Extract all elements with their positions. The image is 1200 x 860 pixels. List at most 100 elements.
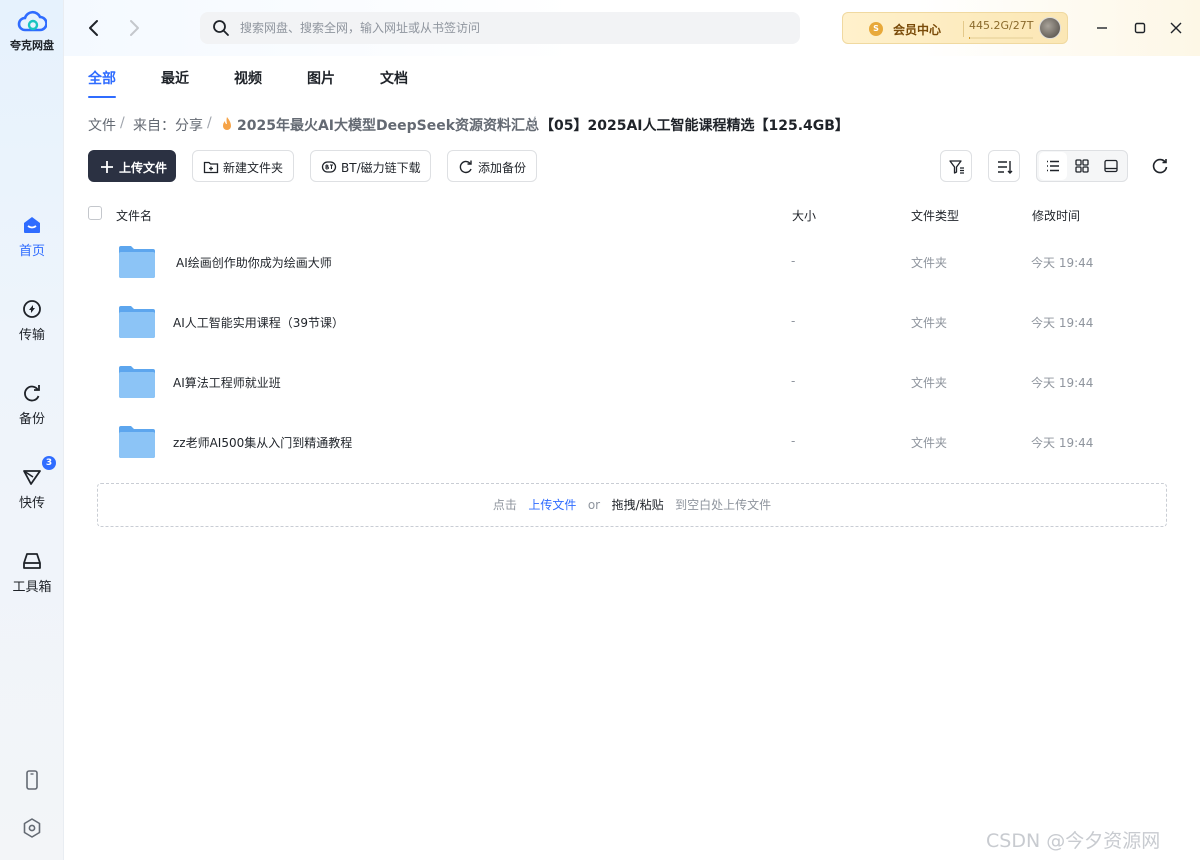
vip-center-button[interactable]: S 会员中心 445.2G/27T [842,12,1068,44]
plus-icon [101,161,113,173]
file-modified: 今天 19:44 [1031,256,1094,270]
file-name[interactable]: AI绘画创作助你成为绘画大师 [176,254,332,271]
column-header-modified[interactable]: 修改时间 [1032,207,1080,224]
folder-icon [119,426,155,458]
grid-icon [1075,159,1089,173]
upload-button[interactable]: 上传文件 [88,150,176,182]
dropzone-or: or [587,498,601,512]
new-folder-button-label: 新建文件夹 [223,161,284,175]
folder-icon [119,246,155,278]
back-arrow-icon[interactable] [82,16,106,40]
tab-documents[interactable]: 文档 [380,68,408,88]
folder-icon [119,306,155,338]
dropzone-upload-link[interactable]: 上传文件 [528,498,576,512]
large-thumbnail-icon [1104,159,1118,173]
breadcrumb-item[interactable]: 来自：分享 [133,115,203,135]
toolbox-icon [23,553,41,569]
bt-magnet-icon [321,161,337,173]
sidebar-item-backup[interactable]: 备份 [0,382,64,427]
file-table-header: 文件名 大小 文件类型 修改时间 [88,200,1168,228]
file-type: 文件夹 [911,376,948,390]
sidebar-item-label: 快传 [18,496,45,511]
filter-button[interactable] [940,150,972,182]
active-tab-indicator [88,96,116,98]
add-backup-button[interactable]: 添加备份 [447,150,537,182]
transfer-icon [23,300,41,318]
new-folder-button[interactable]: 新建文件夹 [192,150,294,182]
sidebar-item-toolbox[interactable]: 工具箱 [0,550,64,595]
upload-dropzone[interactable]: 点击 上传文件 or 拖拽/粘贴 到空白处上传文件 [97,483,1167,527]
filter-icon [949,160,964,174]
table-row[interactable]: AI绘画创作助你成为绘画大师 - 文件夹 今天 19:44 [88,235,1168,295]
file-modified: 今天 19:44 [1031,436,1094,450]
quick-send-badge: 3 [42,456,56,470]
minimize-icon[interactable] [1090,16,1114,40]
vip-coin-icon: S [869,22,883,36]
sidebar-item-label: 工具箱 [12,580,52,595]
app-logo[interactable]: 夸克网盘 [0,8,64,53]
grid-view-button[interactable] [1068,152,1096,180]
tab-images[interactable]: 图片 [307,68,335,88]
settings-icon[interactable] [21,817,43,839]
sidebar-item-quick-send[interactable]: 3 快传 [0,456,64,511]
dropzone-action: 拖拽/粘贴 [611,498,664,512]
bt-download-button[interactable]: BT/磁力链下载 [310,150,431,182]
column-header-type[interactable]: 文件类型 [911,207,959,224]
tab-recent[interactable]: 最近 [161,68,189,88]
storage-usage-fill [969,37,971,39]
column-header-name[interactable]: 文件名 [116,207,152,224]
dropzone-prefix: 点击 [492,498,517,512]
table-row[interactable]: AI人工智能实用课程（39节课） - 文件夹 今天 19:44 [88,295,1168,355]
avatar[interactable] [1039,17,1061,39]
file-name[interactable]: AI算法工程师就业班 [173,374,281,391]
app-name: 夸克网盘 [10,39,54,52]
file-type: 文件夹 [911,316,948,330]
table-row[interactable]: zz老师AI500集从入门到精通教程 - 文件夹 今天 19:44 [88,415,1168,475]
search-box[interactable] [200,12,800,44]
home-icon [24,217,40,233]
title-bar: S 会员中心 445.2G/27T [64,0,1200,56]
new-folder-icon [203,161,219,174]
breadcrumb-separator: / [207,115,212,131]
search-input[interactable] [240,12,790,44]
breadcrumb-separator: / [120,115,125,131]
sidebar-item-label: 传输 [18,328,45,343]
tab-all[interactable]: 全部 [88,68,116,88]
divider [963,21,964,37]
folder-icon [119,366,155,398]
file-name[interactable]: AI人工智能实用课程（39节课） [173,314,344,331]
storage-usage-text: 445.2G/27T [969,19,1034,32]
close-icon[interactable] [1164,16,1188,40]
column-header-size[interactable]: 大小 [792,207,816,224]
tab-video[interactable]: 视频 [234,68,262,88]
breadcrumb-current: 【05】2025AI人工智能课程精选【125.4GB】 [540,118,849,134]
file-size: - [791,434,796,448]
table-row[interactable]: AI算法工程师就业班 - 文件夹 今天 19:44 [88,355,1168,415]
phone-icon[interactable] [21,769,43,791]
storage-usage-bar [969,37,1033,39]
select-all-checkbox[interactable] [88,206,102,220]
sort-button[interactable] [988,150,1020,182]
file-size: - [791,314,796,328]
sidebar-item-transfer[interactable]: 传输 [0,298,64,343]
quick-send-icon [23,470,41,485]
list-view-button[interactable] [1039,152,1067,180]
forward-arrow-icon[interactable] [122,16,146,40]
file-type: 文件夹 [911,256,948,270]
sidebar-item-label: 备份 [18,412,45,427]
breadcrumb-item[interactable]: 文件 [88,115,116,135]
refresh-icon[interactable] [1150,156,1170,176]
dropzone-suffix: 到空白处上传文件 [675,498,772,512]
upload-button-label: 上传文件 [119,161,168,175]
preview-view-button[interactable] [1097,152,1125,180]
sidebar: 夸克网盘 首页 传输 备份 3 快传 工具箱 [0,0,64,860]
file-size: - [791,374,796,388]
file-type: 文件夹 [911,436,948,450]
file-name[interactable]: zz老师AI500集从入门到精通教程 [173,434,352,451]
watermark: CSDN @今夕资源网 [986,830,1161,852]
list-icon [1047,160,1059,172]
vip-center-label: 会员中心 [893,23,942,37]
sidebar-item-home[interactable]: 首页 [0,214,64,259]
breadcrumb-item[interactable]: 2025年最火AI大模型DeepSeek资源资料汇总 [237,115,539,135]
maximize-icon[interactable] [1128,16,1152,40]
